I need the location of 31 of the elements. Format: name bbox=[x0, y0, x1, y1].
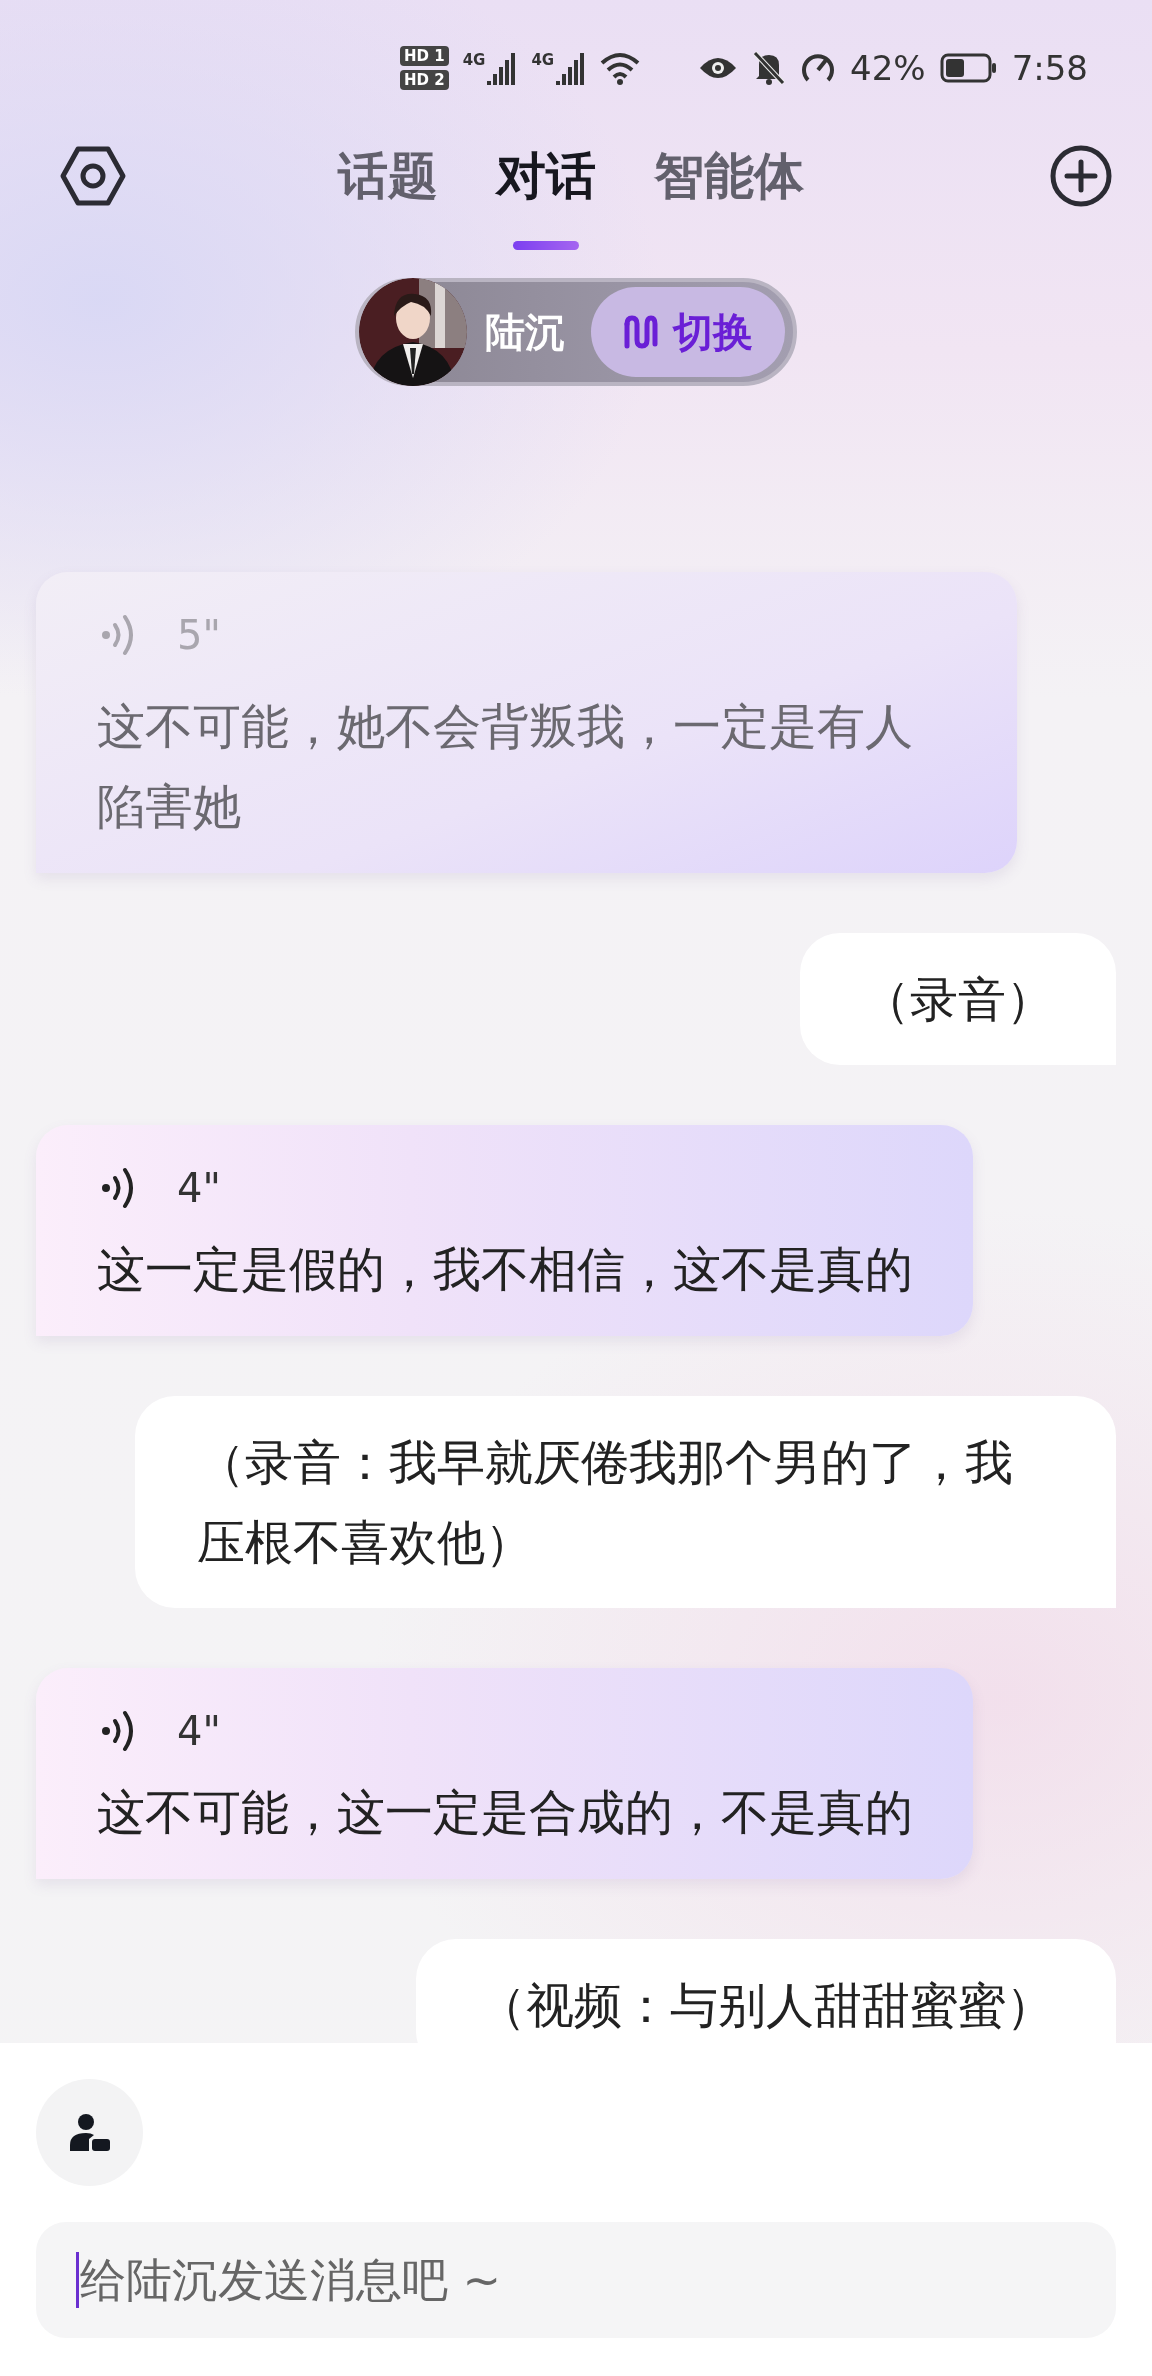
user-message: （录音） bbox=[800, 933, 1116, 1065]
sim-badge: HD 1 bbox=[400, 46, 449, 66]
text-cursor bbox=[76, 2252, 79, 2308]
settings-icon[interactable] bbox=[60, 146, 126, 206]
character-name: 陆沉 bbox=[485, 307, 565, 357]
voice-duration[interactable]: 4" bbox=[177, 1165, 221, 1211]
network-label: 4G bbox=[531, 51, 555, 69]
message-text: 这不可能，她不会背叛我，一定是有人陷害她 bbox=[97, 697, 914, 836]
clock-time: 7:58 bbox=[1011, 48, 1088, 88]
signal-icon bbox=[556, 51, 587, 85]
person-icon bbox=[68, 2112, 111, 2153]
tab[interactable]: 智能体 bbox=[654, 142, 804, 210]
message-text: 这一定是假的，我不相信，这不是真的 bbox=[97, 1240, 913, 1299]
user-message: （录音：我早就厌倦我那个男的了，我压根不喜欢他） bbox=[135, 1396, 1116, 1608]
wave-icon bbox=[623, 314, 659, 350]
bell-off-icon bbox=[752, 50, 787, 86]
tab[interactable]: 对话 bbox=[496, 142, 596, 210]
sim-badge: HD 2 bbox=[400, 70, 449, 90]
switch-button[interactable]: 切换 bbox=[591, 287, 785, 377]
network-label: 4G bbox=[462, 51, 486, 69]
plus-icon[interactable] bbox=[1050, 145, 1112, 207]
battery-icon bbox=[939, 53, 998, 83]
message-text: 这不可能，这一定是合成的，不是真的 bbox=[97, 1783, 913, 1842]
voice-duration[interactable]: 4" bbox=[177, 1708, 221, 1754]
tab[interactable]: 话题 bbox=[338, 142, 438, 210]
tab-indicator bbox=[513, 240, 579, 250]
signal-icon bbox=[487, 51, 518, 85]
user-message: （视频：与别人甜甜蜜蜜） bbox=[416, 1939, 1116, 2043]
wifi-icon bbox=[600, 51, 641, 85]
message-input[interactable]: 给陆沉发送消息吧 ~ bbox=[36, 2222, 1116, 2338]
battery-percent: 42% bbox=[850, 48, 926, 88]
